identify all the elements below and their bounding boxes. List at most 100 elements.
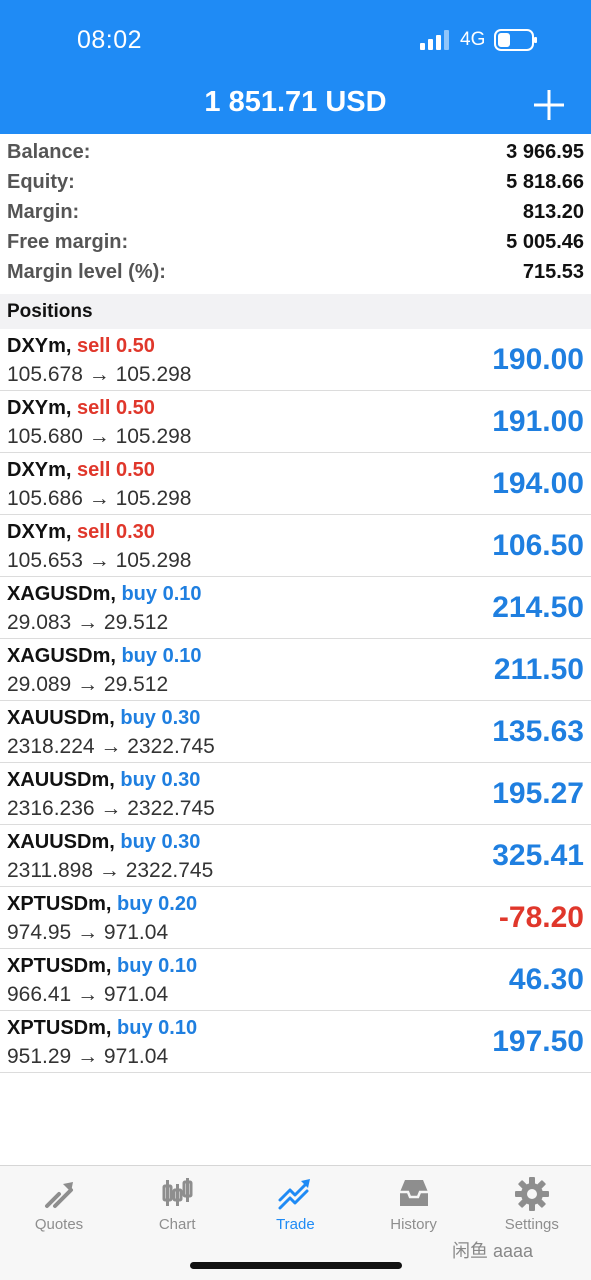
status-time: 08:02	[77, 26, 143, 54]
summary-value: 3 966.95	[506, 140, 584, 163]
position-profit: 195.27	[492, 777, 584, 810]
position-side: buy 0.30	[120, 769, 201, 791]
summary-row: Margin level (%): 715.53	[0, 257, 591, 287]
gear-icon	[514, 1177, 549, 1211]
position-profit: 197.50	[492, 1025, 584, 1058]
position-title: XPTUSDm, buy 0.10	[7, 955, 197, 978]
positions-list: DXYm, sell 0.50 105.678 → 105.298 190.00 DX…	[0, 329, 591, 1073]
quotes-icon	[45, 1182, 73, 1208]
position-title: XPTUSDm, buy 0.10	[7, 1017, 197, 1040]
position-prices: 29.089 → 29.512	[7, 673, 169, 696]
position-prices: 951.29 → 971.04	[7, 1045, 169, 1068]
position-title: DXYm, sell 0.50	[7, 335, 155, 358]
position-title: XAUUSDm, buy 0.30	[7, 707, 200, 730]
position-symbol: DXYm,	[7, 335, 72, 357]
position-symbol: DXYm,	[7, 521, 72, 543]
summary-label: Margin level (%):	[7, 260, 166, 283]
position-symbol: XAUUSDm,	[7, 769, 115, 791]
summary-value: 715.53	[522, 260, 584, 283]
position-row[interactable]: XPTUSDm, buy 0.20 974.95 → 971.04 -78.20	[0, 887, 591, 949]
position-row[interactable]: DXYm, sell 0.30 105.653 → 105.298 106.50	[0, 515, 591, 577]
position-profit: 46.30	[508, 963, 584, 996]
position-profit: 214.50	[492, 591, 584, 624]
position-profit: 325.41	[492, 839, 584, 872]
position-prices: 2311.898 → 2322.745	[7, 859, 214, 882]
summary-value: 813.20	[522, 200, 584, 223]
position-row[interactable]: XAUUSDm, buy 0.30 2318.224 → 2322.745 135.…	[0, 701, 591, 763]
position-prices: 974.95 → 971.04	[7, 921, 169, 944]
position-title: XAGUSDm, buy 0.10	[7, 583, 202, 606]
position-row[interactable]: DXYm, sell 0.50 105.678 → 105.298 190.00	[0, 329, 591, 391]
position-symbol: DXYm,	[7, 397, 72, 419]
position-row[interactable]: DXYm, sell 0.50 105.686 → 105.298 194.00	[0, 453, 591, 515]
position-profit: 191.00	[492, 405, 584, 438]
chart-icon	[162, 1178, 193, 1206]
position-profit: 135.63	[492, 715, 584, 748]
position-title: DXYm, sell 0.50	[7, 397, 155, 420]
position-profit: 194.00	[492, 467, 584, 500]
tab-quotes[interactable]: Quotes	[0, 1166, 118, 1246]
position-title: XPTUSDm, buy 0.20	[7, 893, 197, 916]
trade-icon	[278, 1179, 311, 1210]
position-symbol: XAUUSDm,	[7, 707, 115, 729]
position-title: DXYm, sell 0.50	[7, 459, 155, 482]
summary-label: Balance:	[7, 140, 91, 163]
position-symbol: XAUUSDm,	[7, 831, 115, 853]
position-side: buy 0.30	[120, 831, 201, 853]
position-title: XAUUSDm, buy 0.30	[7, 831, 200, 854]
watermark: 闲鱼 aaaa	[452, 1241, 534, 1261]
summary-value: 5 818.66	[506, 170, 584, 193]
position-prices: 105.680 → 105.298	[7, 425, 192, 448]
battery-icon	[494, 29, 537, 51]
position-profit: 106.50	[492, 529, 584, 562]
position-title: DXYm, sell 0.30	[7, 521, 155, 544]
tab-label: History	[390, 1216, 437, 1233]
summary-label: Margin:	[7, 200, 80, 223]
position-symbol: DXYm,	[7, 459, 72, 481]
position-row[interactable]: DXYm, sell 0.50 105.680 → 105.298 191.00	[0, 391, 591, 453]
history-icon	[399, 1180, 428, 1206]
account-profit-title: 1 851.71 USD	[204, 86, 387, 118]
summary-row: Free margin: 5 005.46	[0, 227, 591, 257]
position-prices: 966.41 → 971.04	[7, 983, 169, 1006]
position-profit: 190.00	[492, 343, 584, 376]
position-row[interactable]: XAUUSDm, buy 0.30 2316.236 → 2322.745 195.…	[0, 763, 591, 825]
tab-chart[interactable]: Chart	[118, 1166, 236, 1246]
tab-history[interactable]: History	[355, 1166, 473, 1246]
tab-trade[interactable]: Trade	[236, 1166, 354, 1246]
add-order-icon[interactable]	[532, 88, 566, 122]
position-side: sell 0.30	[77, 521, 155, 543]
position-row[interactable]: XAGUSDm, buy 0.10 29.089 → 29.512 211.50	[0, 639, 591, 701]
position-row[interactable]: XPTUSDm, buy 0.10 951.29 → 971.04 197.50	[0, 1011, 591, 1073]
network-label: 4G	[460, 29, 486, 50]
position-prices: 2318.224 → 2322.745	[7, 735, 215, 758]
tab-label: Trade	[276, 1216, 315, 1233]
position-row[interactable]: XAUUSDm, buy 0.30 2311.898 → 2322.745 325.…	[0, 825, 591, 887]
position-side: buy 0.10	[117, 955, 198, 977]
position-side: buy 0.10	[121, 583, 202, 605]
position-side: buy 0.20	[117, 893, 198, 915]
position-row[interactable]: XPTUSDm, buy 0.10 966.41 → 971.04 46.30	[0, 949, 591, 1011]
summary-label: Equity:	[7, 170, 75, 193]
summary-row: Equity: 5 818.66	[0, 167, 591, 197]
summary-value: 5 005.46	[506, 230, 584, 253]
position-symbol: XAGUSDm,	[7, 583, 116, 605]
tab-settings[interactable]: Settings	[473, 1166, 591, 1246]
position-prices: 29.083 → 29.512	[7, 611, 169, 634]
position-side: sell 0.50	[77, 397, 155, 419]
position-symbol: XAGUSDm,	[7, 645, 116, 667]
position-side: buy 0.10	[121, 645, 202, 667]
tab-label: Quotes	[34, 1216, 84, 1233]
position-prices: 2316.236 → 2322.745	[7, 797, 215, 820]
tab-label: Settings	[504, 1216, 559, 1233]
summary-row: Margin: 813.20	[0, 197, 591, 227]
position-profit: 211.50	[493, 653, 584, 686]
position-title: XAUUSDm, buy 0.30	[7, 769, 200, 792]
tab-label: Chart	[158, 1216, 196, 1233]
top-bar: 08:02 4G 1 851.71 USD	[0, 0, 591, 134]
summary-label: Free margin:	[7, 230, 129, 253]
position-symbol: XPTUSDm,	[7, 893, 112, 915]
positions-header: Positions	[0, 294, 591, 329]
signal-icon	[420, 30, 449, 50]
position-row[interactable]: XAGUSDm, buy 0.10 29.083 → 29.512 214.50	[0, 577, 591, 639]
